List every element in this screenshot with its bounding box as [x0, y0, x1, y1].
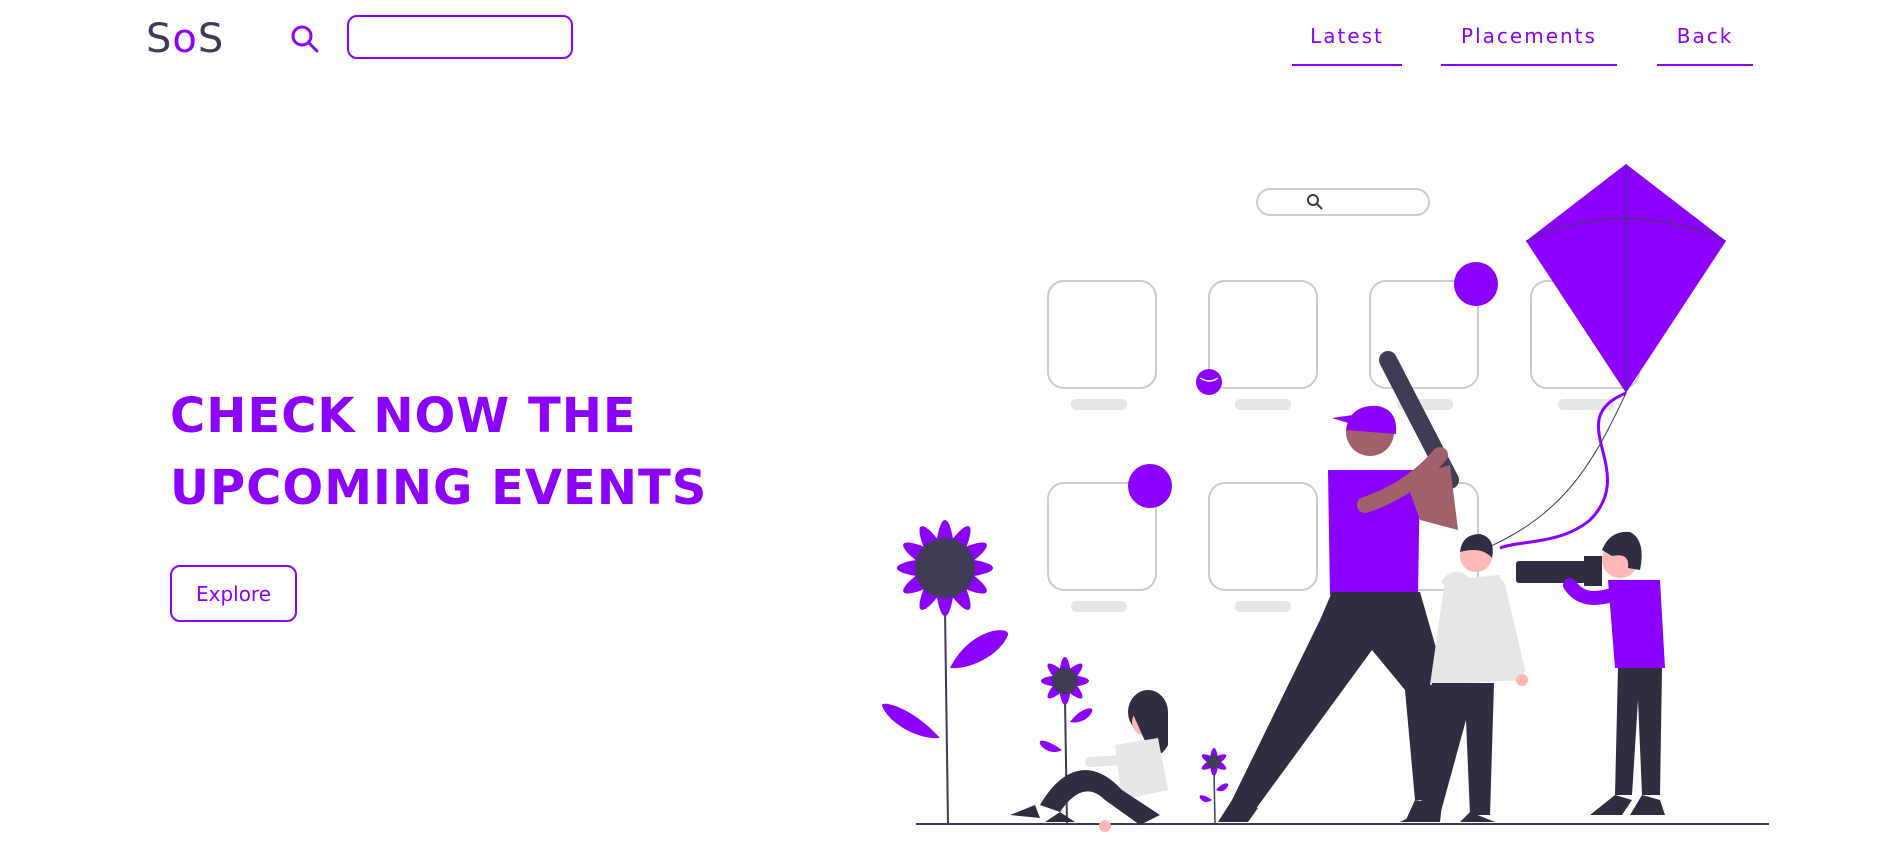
- telescope-person: [1516, 531, 1665, 815]
- sunflower: [881, 520, 1009, 825]
- kite: [1469, 164, 1727, 556]
- accent-dot: [1454, 262, 1498, 306]
- hero-illustration: [881, 164, 1769, 832]
- illustration-search-bar: [1256, 188, 1430, 216]
- accent-dot: [1128, 464, 1172, 508]
- ball: [1196, 369, 1222, 395]
